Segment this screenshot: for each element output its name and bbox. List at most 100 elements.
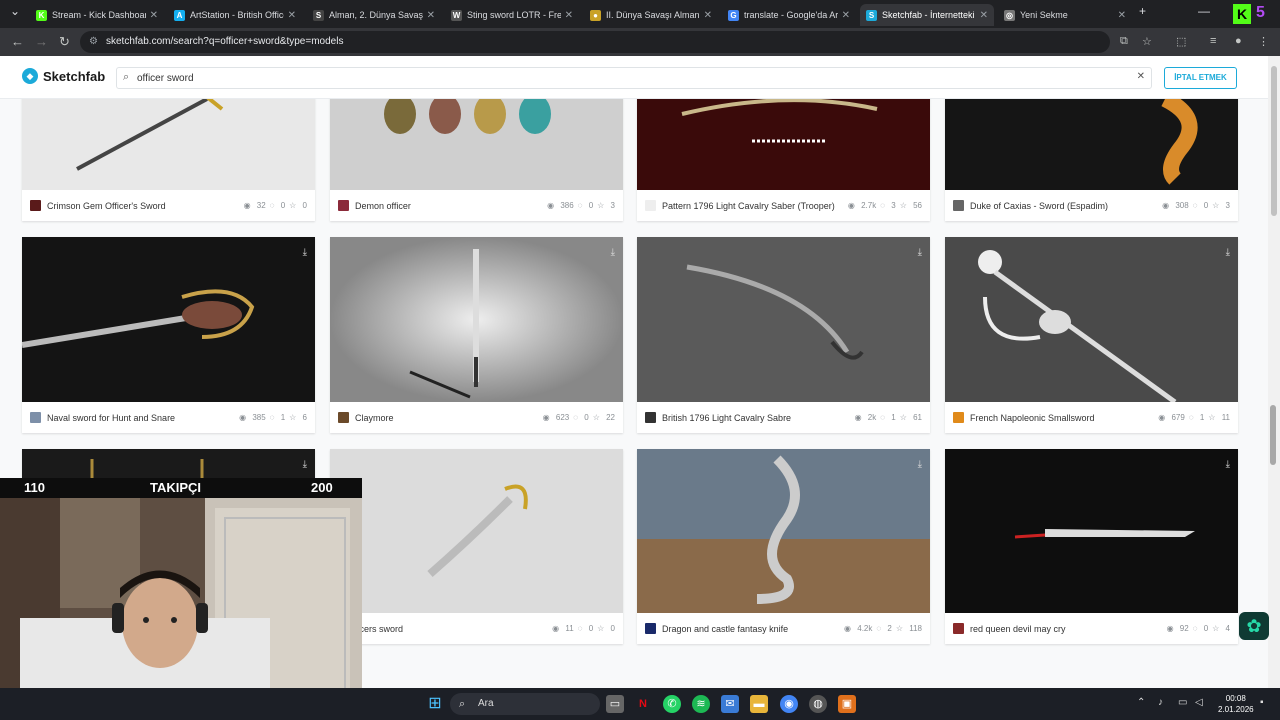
site-info-icon[interactable]: ⚙	[89, 36, 98, 48]
download-icon[interactable]: ⤓	[303, 247, 307, 258]
forward-icon[interactable]: →	[35, 34, 48, 49]
model-card[interactable]: Demon officer ◉ 386 ◌ 0 ☆ 3	[330, 99, 623, 221]
author-avatar[interactable]	[645, 200, 656, 211]
model-thumbnail[interactable]	[330, 449, 623, 613]
clock[interactable]: 00:08 2.01.2026	[1218, 693, 1254, 715]
page-scroll-thumb[interactable]	[1270, 405, 1276, 465]
download-icon[interactable]: ⤓	[611, 459, 615, 470]
model-thumbnail[interactable]	[945, 237, 1238, 402]
author-avatar[interactable]	[953, 623, 964, 634]
url-field[interactable]: ⚙ sketchfab.com/search?q=officer+sword&t…	[80, 31, 1110, 53]
reload-icon[interactable]: ↻	[59, 34, 70, 50]
model-title[interactable]: British 1796 Light Cavalry Sabre	[662, 413, 851, 423]
author-avatar[interactable]	[645, 623, 656, 634]
browser-tab[interactable]: S Alman, 2. Dünya Savaşı, S ✕	[307, 4, 441, 26]
download-icon[interactable]: ⤓	[918, 459, 922, 470]
model-title[interactable]: Dragon and castle fantasy knife	[662, 624, 840, 634]
new-tab-button[interactable]: +	[1139, 4, 1146, 18]
model-thumbnail[interactable]	[22, 237, 315, 402]
model-thumbnail[interactable]	[637, 237, 930, 402]
model-thumbnail[interactable]	[945, 99, 1238, 190]
sketchfab-logo[interactable]: ◆ Sketchfab	[22, 68, 105, 84]
tab-close-icon[interactable]: ✕	[288, 10, 296, 21]
model-title[interactable]: Pattern 1796 Light Cavalry Saber (Troope…	[662, 201, 844, 211]
author-avatar[interactable]	[953, 200, 964, 211]
cancel-button[interactable]: İPTAL ETMEK	[1164, 67, 1237, 89]
model-title[interactable]: Naval sword for Hunt and Snare	[47, 413, 235, 423]
model-title[interactable]: red queen devil may cry	[970, 624, 1163, 634]
browser-tab[interactable]: W Sting sword LOTR - Free 3 ✕	[445, 4, 579, 26]
search-box[interactable]: ⌕ ✕	[116, 67, 1152, 89]
mail-icon[interactable]: ✉	[721, 695, 739, 713]
author-avatar[interactable]	[338, 412, 349, 423]
tab-close-icon[interactable]: ✕	[565, 10, 573, 21]
obs-icon[interactable]: ◍	[809, 695, 827, 713]
browser-tab[interactable]: S Sketchfab - İnternetteki e ✕	[860, 4, 994, 26]
model-card[interactable]: ⤓ red queen devil may cry ◉ 92 ◌ 0 ☆ 4	[945, 449, 1238, 644]
menu-icon[interactable]: ⋮	[1258, 35, 1269, 48]
volume-icon[interactable]: ◁	[1195, 697, 1203, 708]
minimize-icon[interactable]: —	[1198, 4, 1210, 18]
microphone-icon[interactable]: ♪	[1158, 697, 1163, 708]
download-icon[interactable]: ⤓	[918, 247, 922, 258]
file-explorer-icon[interactable]: ▬	[750, 695, 768, 713]
model-thumbnail[interactable]	[637, 449, 930, 613]
tab-close-icon[interactable]: ✕	[1118, 10, 1126, 21]
tab-close-icon[interactable]: ✕	[980, 10, 988, 21]
scrollbar-thumb[interactable]	[1271, 66, 1277, 216]
model-card[interactable]: ⤓ British 1796 Light Cavalry Sabre ◉ 2k ◌ 1…	[637, 237, 930, 433]
tab-close-icon[interactable]: ✕	[704, 10, 712, 21]
model-title[interactable]: French Napoleonic Smallsword	[970, 413, 1154, 423]
browser-tab[interactable]: ◎ Yeni Sekme ✕	[998, 4, 1132, 26]
model-title[interactable]: Crimson Gem Officer's Sword	[47, 201, 240, 211]
download-icon[interactable]: ⤓	[303, 459, 307, 470]
model-title[interactable]: Claymore	[355, 413, 539, 423]
spotify-icon[interactable]: ≋	[692, 695, 710, 713]
author-avatar[interactable]	[953, 412, 964, 423]
browser-tab[interactable]: Gtranslate - Google'da Ara ✕	[722, 4, 856, 26]
model-thumbnail[interactable]	[22, 99, 315, 190]
notification-icon[interactable]: ▪	[1260, 697, 1264, 708]
model-card[interactable]: Duke of Caxias - Sword (Espadim) ◉ 308 ◌ 0…	[945, 99, 1238, 221]
taskbar-search[interactable]: ⌕ Ara	[450, 693, 600, 715]
model-title[interactable]: ficers sword	[355, 624, 548, 634]
assistant-icon[interactable]: ✿	[1239, 612, 1269, 640]
model-title[interactable]: Duke of Caxias - Sword (Espadim)	[970, 201, 1158, 211]
author-avatar[interactable]	[30, 200, 41, 211]
download-icon[interactable]: ⤓	[611, 247, 615, 258]
download-icon[interactable]: ⤓	[1226, 459, 1230, 470]
windows-start-icon[interactable]: ⊞	[426, 695, 444, 713]
tab-search-icon[interactable]: ⌄	[10, 4, 20, 18]
task-view-icon[interactable]: ▭	[606, 695, 624, 713]
tab-close-icon[interactable]: ✕	[427, 10, 435, 21]
tab-close-icon[interactable]: ✕	[842, 10, 850, 21]
whatsapp-icon[interactable]: ✆	[663, 695, 681, 713]
model-title[interactable]: Demon officer	[355, 201, 543, 211]
translate-icon[interactable]: ⧉	[1120, 35, 1128, 48]
browser-tab[interactable]: ● II. Dünya Savaşı Alman SS ✕	[584, 4, 718, 26]
profile-avatar[interactable]: ●	[1235, 35, 1242, 47]
author-avatar[interactable]	[338, 200, 349, 211]
scrollbar[interactable]	[1268, 56, 1280, 688]
search-input[interactable]	[137, 70, 1117, 86]
model-card[interactable]: Crimson Gem Officer's Sword ◉ 32 ◌ 0 ☆ 0	[22, 99, 315, 221]
model-card[interactable]: ⤓ Dragon and castle fantasy knife ◉ 4.2k ◌ …	[637, 449, 930, 644]
tab-close-icon[interactable]: ✕	[150, 10, 158, 21]
clear-search-icon[interactable]: ✕	[1137, 71, 1145, 82]
network-icon[interactable]: ▭	[1178, 697, 1187, 708]
chrome-icon[interactable]: ◉	[780, 695, 798, 713]
author-avatar[interactable]	[30, 412, 41, 423]
netflix-icon[interactable]: N	[634, 695, 652, 713]
model-card[interactable]: Pattern 1796 Light Cavalry Saber (Troope…	[637, 99, 930, 221]
model-card[interactable]: ⤓ ficers sword ◉ 11 ◌ 0 ☆ 0	[330, 449, 623, 644]
extensions-icon[interactable]: ⬚	[1176, 35, 1186, 48]
model-thumbnail[interactable]	[330, 237, 623, 402]
model-card[interactable]: ⤓ Naval sword for Hunt and Snare ◉ 385 ◌ 1 ☆…	[22, 237, 315, 433]
browser-tab[interactable]: K Stream - Kick Dashboard ✕	[30, 4, 164, 26]
tray-overflow-icon[interactable]: ⌃	[1137, 697, 1145, 708]
download-icon[interactable]: ⤓	[1226, 247, 1230, 258]
model-thumbnail[interactable]	[637, 99, 930, 190]
back-icon[interactable]: ←	[11, 34, 24, 49]
model-thumbnail[interactable]	[330, 99, 623, 190]
model-thumbnail[interactable]	[945, 449, 1238, 613]
